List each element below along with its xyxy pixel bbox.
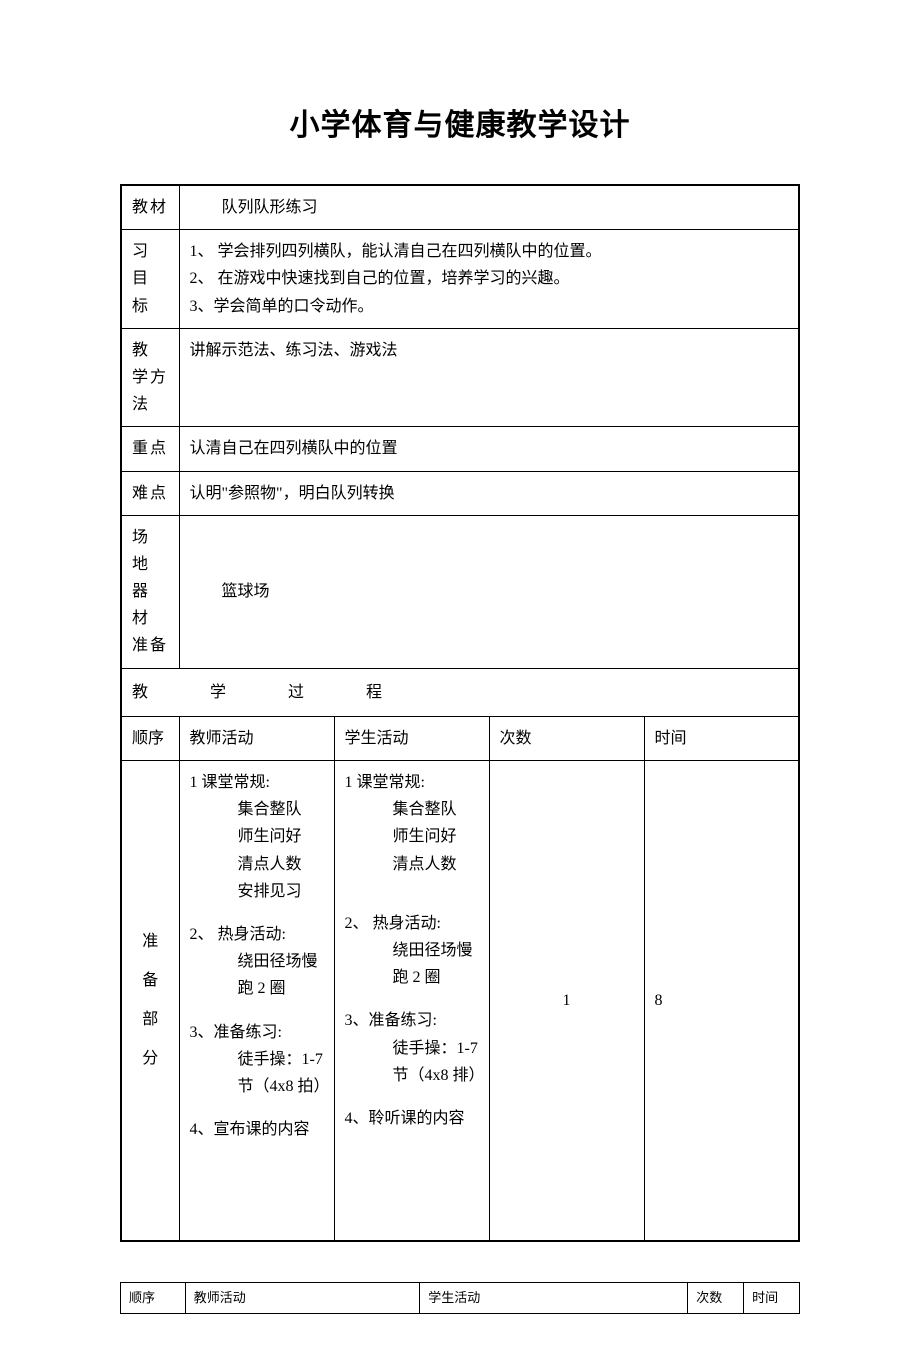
value-material: 队列队形练习 xyxy=(179,185,799,230)
value-objectives: 1、 学会排列四列横队，能认清自己在四列横队中的位置。 2、 在游戏中快速找到自… xyxy=(179,230,799,329)
row-keypoint: 重点 认清自己在四列横队中的位置 xyxy=(121,427,799,471)
row-objectives: 习 目 标 1、 学会排列四列横队，能认清自己在四列横队中的位置。 2、 在游戏… xyxy=(121,230,799,329)
page-title: 小学体育与健康教学设计 xyxy=(120,100,800,144)
footer-table: 顺序 教师活动 学生活动 次数 时间 xyxy=(120,1282,800,1314)
row-venue: 场 地 器 材 准备 篮球场 xyxy=(121,515,799,668)
label-keypoint: 重点 xyxy=(121,427,179,471)
value-method: 讲解示范法、练习法、游戏法 xyxy=(179,328,799,427)
label-objectives: 习 目 标 xyxy=(121,230,179,329)
label-venue: 场 地 器 材 准备 xyxy=(121,515,179,668)
footer-teacher: 教师活动 xyxy=(185,1282,420,1313)
value-difficulty: 认明"参照物"，明白队列转换 xyxy=(179,471,799,515)
col-header-teacher: 教师活动 xyxy=(179,716,334,760)
prep-count: 1 xyxy=(489,761,644,1241)
value-venue: 篮球场 xyxy=(179,515,799,668)
row-method: 教 学方法 讲解示范法、练习法、游戏法 xyxy=(121,328,799,427)
row-column-headers: 顺序 教师活动 学生活动 次数 时间 xyxy=(121,716,799,760)
prep-section-label: 准 备 部 分 xyxy=(121,761,179,1241)
label-method: 教 学方法 xyxy=(121,328,179,427)
process-header: 教 学 过 程 xyxy=(121,668,799,716)
col-header-order: 顺序 xyxy=(121,716,179,760)
prep-teacher-activity: 1 课堂常规: 集合整队 师生问好 清点人数 安排见习 2、 热身活动: 绕田径… xyxy=(179,761,334,1241)
col-header-student: 学生活动 xyxy=(334,716,489,760)
value-keypoint: 认清自己在四列横队中的位置 xyxy=(179,427,799,471)
col-header-time: 时间 xyxy=(644,716,799,760)
row-material: 教材 队列队形练习 xyxy=(121,185,799,230)
footer-time: 时间 xyxy=(744,1282,800,1313)
footer-order: 顺序 xyxy=(121,1282,186,1313)
prep-time: 8 xyxy=(644,761,799,1241)
footer-student: 学生活动 xyxy=(420,1282,688,1313)
col-header-count: 次数 xyxy=(489,716,644,760)
row-process-header: 教 学 过 程 xyxy=(121,668,799,716)
footer-count: 次数 xyxy=(688,1282,744,1313)
prep-student-activity: 1 课堂常规: 集合整队 师生问好 清点人数 2、 热身活动: 绕田径场慢跑 2… xyxy=(334,761,489,1241)
lesson-plan-table: 教材 队列队形练习 习 目 标 1、 学会排列四列横队，能认清自己在四列横队中的… xyxy=(120,184,800,1242)
label-difficulty: 难点 xyxy=(121,471,179,515)
footer-row: 顺序 教师活动 学生活动 次数 时间 xyxy=(121,1282,800,1313)
label-material: 教材 xyxy=(121,185,179,230)
row-prep-section: 准 备 部 分 1 课堂常规: 集合整队 师生问好 清点人数 安排见习 2、 热… xyxy=(121,761,799,1241)
row-difficulty: 难点 认明"参照物"，明白队列转换 xyxy=(121,471,799,515)
